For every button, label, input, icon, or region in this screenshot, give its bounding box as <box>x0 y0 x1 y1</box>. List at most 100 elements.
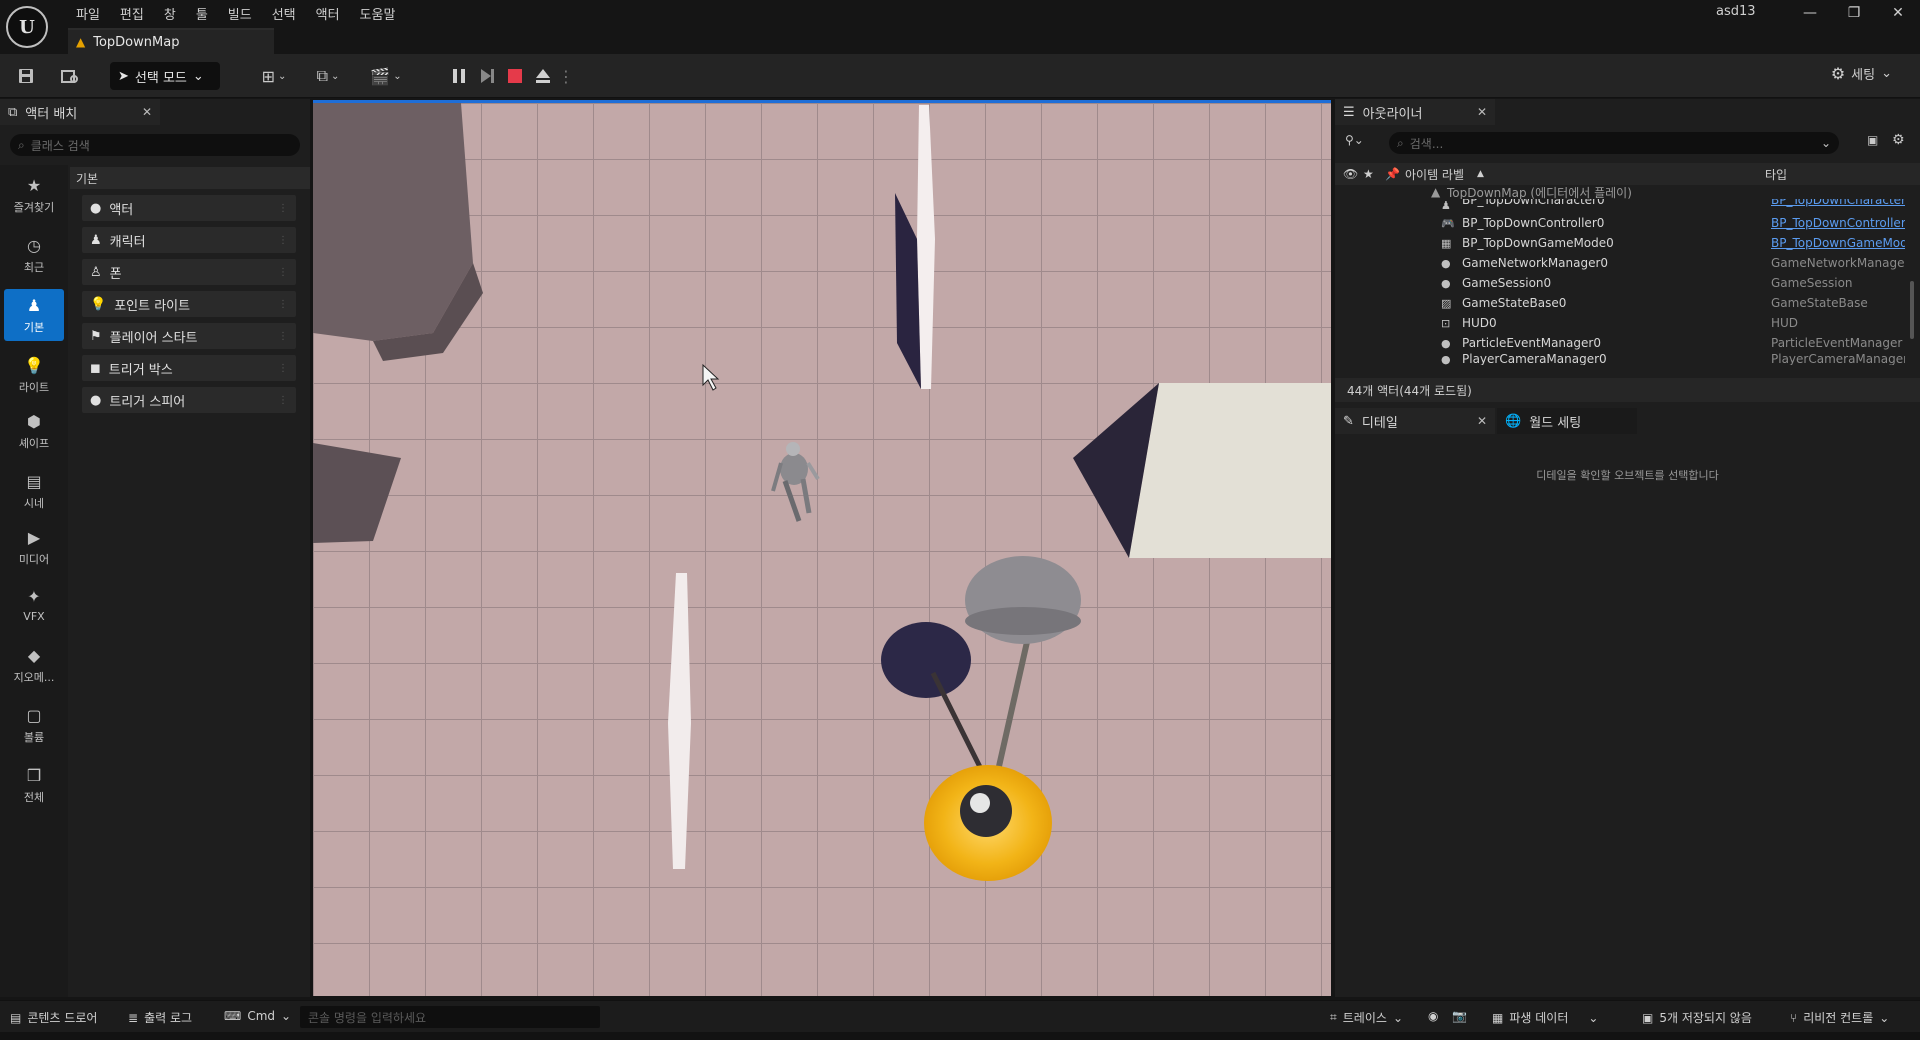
table-row[interactable]: 🎮 BP_TopDownController0 BP_TopDownContro… <box>1335 213 1905 233</box>
category-all[interactable]: ❒ 전체 <box>4 759 64 811</box>
close-icon[interactable]: ✕ <box>1477 105 1487 119</box>
actor-item-trigger-sphere[interactable]: ● 트리거 스피어 ⋮ <box>82 387 296 413</box>
derived-data-button[interactable]: ▦ 파생 데이터 ⌄ <box>1492 1009 1598 1026</box>
menu-window[interactable]: 창 <box>154 2 186 25</box>
close-icon[interactable]: ✕ <box>1477 414 1487 428</box>
category-shapes[interactable]: ⬢ 셰이프 <box>4 405 64 457</box>
gear-icon[interactable]: ⚙ <box>1892 132 1905 148</box>
actor-item-player-start[interactable]: ⚑ 플레이어 스타트 ⋮ <box>82 323 296 349</box>
row-name: PlayerCameraManager0 <box>1462 353 1607 365</box>
record-icon[interactable]: ◉ <box>1428 1009 1438 1023</box>
chevron-down-icon[interactable]: ⌄ <box>1821 136 1831 150</box>
outliner-icon: ☰ <box>1343 104 1355 120</box>
derived-data-icon: ▦ <box>1492 1010 1504 1025</box>
class-search-input[interactable]: ⌕ 클래스 검색 <box>10 134 300 156</box>
add-actor-icon[interactable]: ⊞ ⌄ <box>254 64 294 88</box>
minimize-icon[interactable]: — <box>1788 0 1832 26</box>
save-icon[interactable] <box>14 64 38 88</box>
cmd-placeholder: 콘솔 명령을 입력하세요 <box>308 1010 427 1025</box>
chevron-down-icon: ⌄ <box>281 1009 292 1023</box>
skip-frame-icon[interactable] <box>476 64 498 88</box>
eject-icon[interactable] <box>532 64 554 88</box>
cmd-dropdown[interactable]: ⌨ Cmd ⌄ <box>224 1009 291 1023</box>
trace-label: 트레이스 <box>1342 1011 1387 1025</box>
table-row[interactable]: ⊡ HUD0 HUD <box>1335 313 1905 333</box>
blueprint-icon[interactable]: ⧉ ⌄ <box>308 64 348 88</box>
menu-tools[interactable]: 툴 <box>186 2 218 25</box>
category-recent[interactable]: ◷ 최근 <box>4 229 64 281</box>
outliner-footer: 44개 액터(44개 로드됨) <box>1335 378 1920 402</box>
menu-help[interactable]: 도움말 <box>350 2 406 25</box>
row-type-link[interactable]: BP_TopDownController <box>1771 216 1905 230</box>
actor-item-actor[interactable]: ● 액터 ⋮ <box>82 195 296 221</box>
selection-mode-dropdown[interactable]: ➤ 선택 모드 ⌄ <box>110 62 220 90</box>
restore-icon[interactable]: ❐ <box>1832 0 1876 26</box>
eye-icon[interactable]: 👁 <box>1343 167 1358 181</box>
row-type: PlayerCameraManager <box>1771 353 1905 365</box>
game-scene <box>313 103 1331 996</box>
category-favorites[interactable]: ★ 즐겨찾기 <box>4 169 64 221</box>
category-vfx[interactable]: ✦ VFX <box>4 579 64 631</box>
content-browser-icon[interactable] <box>58 64 82 88</box>
category-volumes[interactable]: ▢ 볼륨 <box>4 699 64 751</box>
actor-item-pawn[interactable]: ♙ 폰 ⋮ <box>82 259 296 285</box>
tab-details[interactable]: ✎ 디테일 ✕ <box>1335 408 1495 434</box>
cinematics-icon[interactable]: 🎬 ⌄ <box>366 64 406 88</box>
row-type-link[interactable]: BP_TopDownGameMode <box>1771 236 1905 250</box>
table-row[interactable]: ▨ GameStateBase0 GameStateBase <box>1335 293 1905 313</box>
table-row[interactable]: ● GameSession0 GameSession <box>1335 273 1905 293</box>
category-label: 기본 <box>23 320 45 334</box>
more-options-icon[interactable]: ⋮ <box>558 64 574 88</box>
pause-icon[interactable] <box>448 64 470 88</box>
outliner-scrollbar[interactable] <box>1910 281 1914 339</box>
menu-file[interactable]: 파일 <box>66 2 110 25</box>
unsaved-button[interactable]: ▣ 5개 저장되지 않음 <box>1642 1009 1752 1026</box>
table-row[interactable]: ♟ BP_TopDownCharacter0 BP_TopDownCharact… <box>1335 199 1905 211</box>
settings-button[interactable]: ⚙ 세팅 ⌄ <box>1831 64 1892 83</box>
tab-topdownmap[interactable]: ▲ TopDownMap <box>68 28 274 54</box>
character-icon: ♟ <box>90 232 102 248</box>
filter-icon[interactable]: ⚲⌄ <box>1345 133 1364 147</box>
actor-list-area: 기본 ● 액터 ⋮ ♟ 캐릭터 ⋮ ♙ 폰 ⋮ 💡 포인트 라이트 ⋮ ⚑ 플레이어 스타트 ⋮ ◼… <box>70 165 310 997</box>
tab-place-actors[interactable]: ⧉ 액터 배치 ✕ <box>0 99 160 125</box>
level-viewport[interactable] <box>313 100 1331 996</box>
menu-select[interactable]: 선택 <box>262 2 306 25</box>
unreal-logo-icon[interactable]: U <box>6 6 48 48</box>
outliner-root-row[interactable]: ▲ TopDownMap (에디터에서 플레이) <box>1335 185 1905 199</box>
drag-handle-icon: ⋮ <box>278 266 288 278</box>
row-type-link[interactable]: BP_TopDownCharacter <box>1771 199 1905 207</box>
camera-icon[interactable]: 📷 <box>1452 1009 1467 1023</box>
level-icon: ▲ <box>76 35 86 49</box>
category-geometry[interactable]: ◆ 지오메... <box>4 639 64 691</box>
console-command-input[interactable]: 콘솔 명령을 입력하세요 <box>300 1006 600 1028</box>
table-row[interactable]: ▦ BP_TopDownGameMode0 BP_TopDownGameMode <box>1335 233 1905 253</box>
trace-button[interactable]: ⌗ 트레이스 ⌄ <box>1330 1009 1403 1026</box>
actor-item-trigger-box[interactable]: ◼ 트리거 박스 ⋮ <box>82 355 296 381</box>
category-basic[interactable]: ♟ 기본 <box>4 289 64 341</box>
menu-actor[interactable]: 액터 <box>306 2 350 25</box>
table-row[interactable]: ● PlayerCameraManager0 PlayerCameraManag… <box>1335 353 1905 365</box>
table-row[interactable]: ● GameNetworkManager0 GameNetworkManager <box>1335 253 1905 273</box>
content-drawer-button[interactable]: ▤ 콘텐츠 드로어 <box>10 1009 97 1026</box>
tab-world-settings[interactable]: 🌐 월드 세팅 <box>1497 408 1637 434</box>
menu-edit[interactable]: 편집 <box>110 2 154 25</box>
revision-control-button[interactable]: ⑂ 리비전 컨트롤 ⌄ <box>1790 1009 1889 1026</box>
category-media[interactable]: ▶ 미디어 <box>4 521 64 573</box>
actor-item-character[interactable]: ♟ 캐릭터 ⋮ <box>82 227 296 253</box>
pin-icon[interactable]: 📌 <box>1385 167 1400 181</box>
column-item-label[interactable]: 아이템 라벨 <box>1405 166 1464 183</box>
actor-item-point-light[interactable]: 💡 포인트 라이트 ⋮ <box>82 291 296 317</box>
star-icon[interactable]: ★ <box>1363 167 1374 181</box>
category-cinematic[interactable]: ▤ 시네 <box>4 465 64 517</box>
stop-icon[interactable] <box>504 64 526 88</box>
output-log-button[interactable]: ≣ 출력 로그 <box>128 1009 192 1026</box>
category-lights[interactable]: 💡 라이트 <box>4 349 64 401</box>
tab-outliner[interactable]: ☰ 아웃라이너 ✕ <box>1335 99 1495 125</box>
close-icon[interactable]: ✕ <box>142 105 152 119</box>
outliner-search-input[interactable]: ⌕ 검색... ⌄ <box>1389 132 1839 154</box>
column-type[interactable]: 타입 <box>1765 166 1787 183</box>
add-folder-icon[interactable]: ▣ <box>1867 133 1878 147</box>
table-row[interactable]: ● ParticleEventManager0 ParticleEventMan… <box>1335 333 1905 353</box>
menu-build[interactable]: 빌드 <box>218 2 262 25</box>
close-icon[interactable]: ✕ <box>1876 0 1920 26</box>
